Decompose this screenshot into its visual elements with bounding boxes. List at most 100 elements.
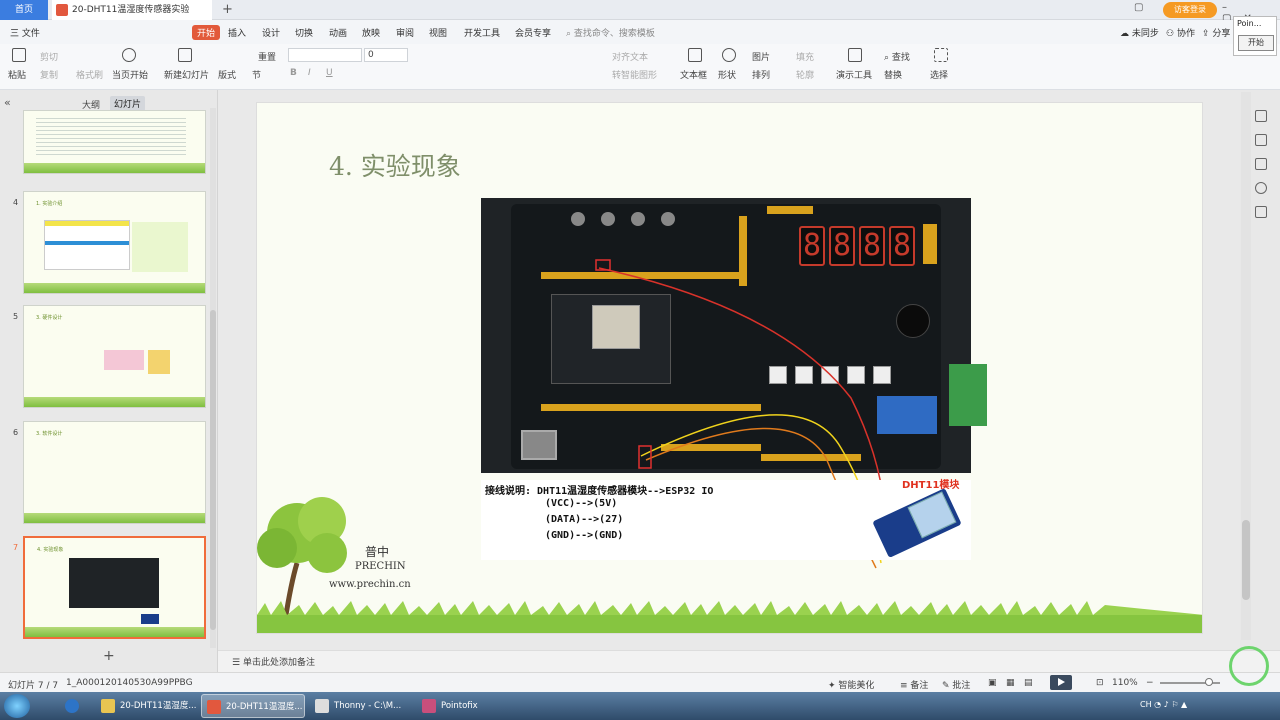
slide-thumbnail-6[interactable]: 3. 软件设计 [23,421,206,524]
comment-button[interactable]: ✎ 批注 [942,678,970,691]
wps-icon [207,700,221,714]
smart-beautify-button[interactable]: ✦ 智能美化 [828,678,874,691]
slide-thumbnail-4[interactable]: 1. 实验介绍 [23,191,206,294]
tab-start[interactable]: 开始 [192,25,221,40]
reset-button[interactable]: 重置 [258,50,276,63]
taskbar-item-explorer[interactable]: 20-DHT11温湿度... [96,694,196,718]
share-button[interactable]: ⇪ 分享 [1202,26,1230,39]
outline-button[interactable]: 轮廓 [796,68,814,81]
bold-button[interactable]: B [290,68,297,78]
minimize-icon[interactable]: – [1222,2,1239,13]
arrange-button[interactable]: 排列 [752,68,770,81]
notes-placeholder[interactable]: ☰ 单击此处添加备注 [232,655,315,668]
slide[interactable]: 4. 实验现象 8 8 8 8 接线说明: DHT11温湿度传感器模块-->ES… [256,102,1203,634]
taskbar-pinned-app[interactable] [56,694,88,718]
slide-thumbnail-3[interactable] [23,110,206,174]
underline-button[interactable]: U [326,68,333,78]
taskbar-item-pointofix[interactable]: Pointofix [417,694,517,718]
taskbar-item-thonny[interactable]: Thonny - C:\M... [310,694,412,718]
command-search[interactable]: ⌕ 查找命令、搜索模板 [566,26,655,39]
canvas-scroll-thumb[interactable] [1242,520,1250,600]
view-sorter-icon[interactable]: ▦ [1006,678,1015,688]
slide-thumbnail-7-selected[interactable]: 4. 实验现象 [23,536,206,639]
animation-icon[interactable] [1255,134,1267,146]
view-normal-icon[interactable]: ▣ [988,678,997,688]
picture-button[interactable]: 图片 [752,50,770,63]
section-button[interactable]: 节 [252,68,261,81]
zoom-out-icon[interactable]: − [1146,678,1154,688]
from-current-button[interactable]: 当页开始 [112,68,148,81]
fit-window-icon[interactable]: ⊡ [1096,678,1104,688]
tab-member[interactable]: 会员专享 [515,26,551,39]
presenter-tools-icon[interactable] [848,48,862,62]
settings-icon[interactable] [1255,206,1267,218]
to-smartart-button[interactable]: 转智能图形 [612,68,657,81]
clipboard-icon[interactable] [1255,158,1267,170]
tab-slideshow[interactable]: 放映 [362,26,380,39]
new-tab-button[interactable]: + [222,2,236,18]
pointofix-panel: Poin... 开始 [1233,16,1277,56]
status-bar: 幻灯片 7 / 7 1_A000120140530A99PPBG ✦ 智能美化 … [0,672,1280,692]
ime-indicator[interactable]: CH [1140,700,1152,709]
play-slideshow-button[interactable] [1050,675,1072,690]
zoom-level[interactable]: 110% [1112,678,1138,688]
tab-transition[interactable]: 切换 [295,26,313,39]
add-slide-button[interactable]: + [103,648,115,664]
font-size-select[interactable]: 0 [364,48,408,62]
sync-status[interactable]: ☁ 未同步 [1120,26,1159,39]
tab-view[interactable]: 视图 [429,26,447,39]
thumbnail-scroll-thumb[interactable] [210,310,216,630]
new-slide-icon[interactable] [178,48,192,62]
zoom-slider-knob[interactable] [1205,678,1213,686]
fill-button[interactable]: 填充 [796,50,814,63]
tab-design[interactable]: 设计 [262,26,280,39]
notes-toggle-button[interactable]: ≡ 备注 [900,678,928,691]
collapse-panel-icon[interactable]: « [4,96,11,109]
play-from-current-icon[interactable] [122,48,136,62]
paste-icon[interactable] [12,48,26,62]
tab-insert[interactable]: 插入 [228,26,246,39]
shape-button[interactable]: 形状 [718,68,736,81]
collab-button[interactable]: ⚇ 协作 [1166,26,1195,39]
new-slide-button[interactable]: 新建幻灯片 [164,68,209,81]
start-button[interactable] [4,694,30,718]
presenter-tools-button[interactable]: 演示工具 [836,68,872,81]
paste-button[interactable]: 粘贴 [8,68,26,81]
guest-login-button[interactable]: 访客登录 [1163,2,1217,18]
tab-developer[interactable]: 开发工具 [464,26,500,39]
textbox-icon[interactable] [688,48,702,62]
shape-icon[interactable] [722,48,736,62]
properties-icon[interactable] [1255,110,1267,122]
font-family-select[interactable] [288,48,362,62]
file-menu[interactable]: 三 文件 [10,26,40,39]
layout-button[interactable]: 版式 [218,68,236,81]
thumbnail-diagram-box [148,350,170,374]
view-reading-icon[interactable]: ▤ [1024,678,1033,688]
document-tab[interactable]: 20-DHT11温湿度传感器实验 [52,0,212,20]
select-button[interactable]: 选择 [930,68,948,81]
find-button[interactable]: ⌕ 查找 [884,50,910,63]
tab-review[interactable]: 审阅 [396,26,414,39]
notes-pane[interactable]: ☰ 单击此处添加备注 [218,650,1280,672]
thumbnail-code-box [132,222,188,272]
copy-button[interactable]: 复制 [40,68,58,81]
home-tab[interactable]: 首页 [0,0,48,20]
format-painter-button[interactable]: 格式刷 [76,68,103,81]
tab-slides[interactable]: 幻灯片 [110,96,146,111]
window-layout-icon[interactable]: ▢ [1134,2,1153,13]
replace-button[interactable]: 替换 [884,68,902,81]
slide-thumbnail-5[interactable]: 3. 硬件设计 [23,305,206,408]
pointofix-start-button[interactable]: 开始 [1238,35,1274,51]
cut-button[interactable]: 剪切 [40,50,58,63]
slide-title[interactable]: 4. 实验现象 [329,147,461,183]
notes-icon: ≡ [900,681,908,691]
taskbar-item-wps[interactable]: 20-DHT11温湿度... [201,694,305,718]
textbox-button[interactable]: 文本框 [680,68,707,81]
system-tray[interactable]: CH ◔ ♪ ⚐ ▲ [1140,700,1187,709]
italic-button[interactable]: I [308,68,311,78]
help-icon[interactable] [1255,182,1267,194]
align-text-button[interactable]: 对齐文本 [612,50,648,63]
tab-animation[interactable]: 动画 [329,26,347,39]
select-icon[interactable] [934,48,948,62]
notes-toggle-label: 备注 [910,681,929,691]
